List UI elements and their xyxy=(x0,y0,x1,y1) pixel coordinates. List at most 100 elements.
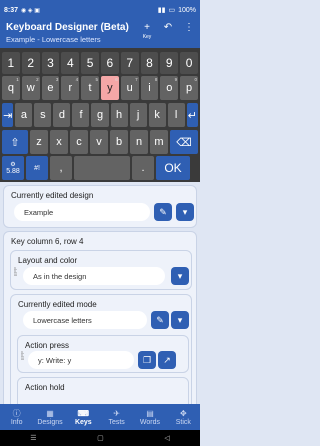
key-l[interactable]: l xyxy=(167,103,185,127)
key-6[interactable]: 6 xyxy=(100,52,119,74)
key-i[interactable]: i8 xyxy=(140,76,159,100)
key-j[interactable]: j xyxy=(129,103,147,127)
key-u[interactable]: u7 xyxy=(120,76,139,100)
layout-field[interactable]: As in the design xyxy=(23,267,165,285)
key-period[interactable]: . xyxy=(132,156,154,180)
key-enter[interactable]: ↵ xyxy=(186,103,198,127)
key-t[interactable]: t5 xyxy=(81,76,99,100)
nav-words-icon: ▤ xyxy=(146,408,154,418)
key-5[interactable]: 5 xyxy=(81,52,99,74)
key-b[interactable]: b xyxy=(110,130,128,154)
nav-info-icon: ⓘ xyxy=(12,408,21,418)
app-bar: Keyboard Designer (Beta) Example - Lower… xyxy=(0,20,200,48)
add-key-button[interactable]: + Key xyxy=(140,22,154,42)
nav-words-label: Words xyxy=(139,418,161,426)
key-0-label: 0 xyxy=(185,56,193,70)
key-tab[interactable]: ⇥ xyxy=(2,103,14,127)
key-i-hint: 8 xyxy=(154,77,158,82)
key-p[interactable]: p0 xyxy=(180,76,198,100)
design-dropdown-button[interactable]: ▾ xyxy=(176,203,194,221)
key-7[interactable]: 7 xyxy=(120,52,139,74)
key-ok-label: OK xyxy=(164,161,182,175)
key-numbers[interactable]: ⚙ 5.88 xyxy=(2,156,24,180)
key-s-label: s xyxy=(40,109,46,121)
key-c-label: c xyxy=(76,136,82,148)
nav-keys-label: Keys xyxy=(74,418,92,426)
key-9[interactable]: 9 xyxy=(160,52,179,74)
key-4[interactable]: 4 xyxy=(61,52,80,74)
nav-words[interactable]: ▤ Words xyxy=(133,404,166,430)
key-a[interactable]: a xyxy=(15,103,33,127)
epp-label: EPP xyxy=(13,267,18,277)
design-card-header: Currently edited design xyxy=(11,191,94,200)
system-nav-bar: ☰ ▢ ◁ xyxy=(0,430,200,446)
key-n-label: n xyxy=(135,136,143,148)
key-v[interactable]: v xyxy=(90,130,108,154)
design-field[interactable]: Example xyxy=(14,203,150,221)
key-r[interactable]: r4 xyxy=(61,76,80,100)
key-8[interactable]: 8 xyxy=(140,52,159,74)
key-x[interactable]: x xyxy=(50,130,68,154)
key-a-label: a xyxy=(20,109,27,121)
key-space[interactable] xyxy=(74,156,130,180)
undo-button[interactable]: ↶ xyxy=(161,22,175,42)
key-y[interactable]: y6 xyxy=(100,76,119,100)
key-y-label: y xyxy=(107,82,113,94)
key-o-hint: 9 xyxy=(174,77,178,82)
nav-info[interactable]: ⓘ Info xyxy=(0,404,33,430)
key-s[interactable]: s xyxy=(34,103,52,127)
key-comma[interactable]: , xyxy=(50,156,72,180)
key-g[interactable]: g xyxy=(91,103,109,127)
keyboard-preview: 1234567890 q1w2e3r4t5y6u7i8o9p0 ⇥ asdfgh… xyxy=(0,48,200,182)
nav-tests[interactable]: ✈ Tests xyxy=(100,404,133,430)
mode-field[interactable]: Lowercase letters xyxy=(23,311,147,329)
key-w[interactable]: w2 xyxy=(21,76,40,100)
edit-design-button[interactable]: ✎ xyxy=(154,203,172,221)
signal-icon: ▮▮ xyxy=(157,7,166,14)
key-f[interactable]: f xyxy=(72,103,90,127)
key-h[interactable]: h xyxy=(110,103,128,127)
key-c[interactable]: c xyxy=(70,130,88,154)
open-action-button[interactable]: ↗ xyxy=(158,351,176,369)
key-shift[interactable]: ⇧ xyxy=(2,130,28,154)
key-2[interactable]: 2 xyxy=(21,52,40,74)
key-d[interactable]: d xyxy=(53,103,71,127)
mode-dropdown-button[interactable]: ▾ xyxy=(171,311,189,329)
copy-action-button[interactable]: ❐ xyxy=(138,351,156,369)
key-backspace[interactable]: ⌫ xyxy=(170,130,198,154)
home-icon[interactable]: ▢ xyxy=(97,434,104,442)
key-6-label: 6 xyxy=(106,56,114,70)
asdf-row: ⇥ a s d f g h j k l ↵ xyxy=(0,103,200,127)
status-bar: 8:37 ◉ ◈ ▣ ▮▮ ▭ 100% xyxy=(0,0,200,20)
key-numbers-label: 5.88 xyxy=(6,167,20,175)
key-9-label: 9 xyxy=(165,56,173,70)
action-press-field[interactable]: y: Write: y xyxy=(28,351,134,369)
nav-keys[interactable]: ⌨ Keys xyxy=(67,404,100,430)
key-b-label: b xyxy=(115,136,123,148)
key-q[interactable]: q1 xyxy=(2,76,20,100)
back-icon[interactable]: ◁ xyxy=(164,434,169,442)
key-n[interactable]: n xyxy=(130,130,148,154)
key-e[interactable]: e3 xyxy=(41,76,60,100)
key-ok[interactable]: OK xyxy=(156,156,190,180)
key-5-label: 5 xyxy=(86,56,94,70)
key-f-label: f xyxy=(79,109,83,121)
key-o[interactable]: o9 xyxy=(160,76,179,100)
edit-mode-button[interactable]: ✎ xyxy=(151,311,169,329)
key-z[interactable]: z xyxy=(30,130,48,154)
key-m[interactable]: m xyxy=(150,130,168,154)
bottom-row: ⚙ 5.88 #! , . OK xyxy=(0,156,200,180)
key-e-label: e xyxy=(47,82,54,94)
more-menu-button[interactable]: ⋮ xyxy=(182,22,196,42)
key-1-label: 1 xyxy=(7,56,15,70)
key-0[interactable]: 0 xyxy=(180,52,198,74)
key-emoji[interactable]: #! xyxy=(26,156,48,180)
key-k[interactable]: k xyxy=(148,103,166,127)
layout-dropdown-button[interactable]: ▾ xyxy=(171,267,189,285)
nav-designs[interactable]: ▦ Designs xyxy=(33,404,66,430)
status-time: 8:37 xyxy=(4,6,19,14)
key-1[interactable]: 1 xyxy=(2,52,20,74)
recent-apps-icon[interactable]: ☰ xyxy=(30,434,36,442)
key-3[interactable]: 3 xyxy=(41,52,60,74)
nav-stick[interactable]: ✥ Stick xyxy=(167,404,200,430)
